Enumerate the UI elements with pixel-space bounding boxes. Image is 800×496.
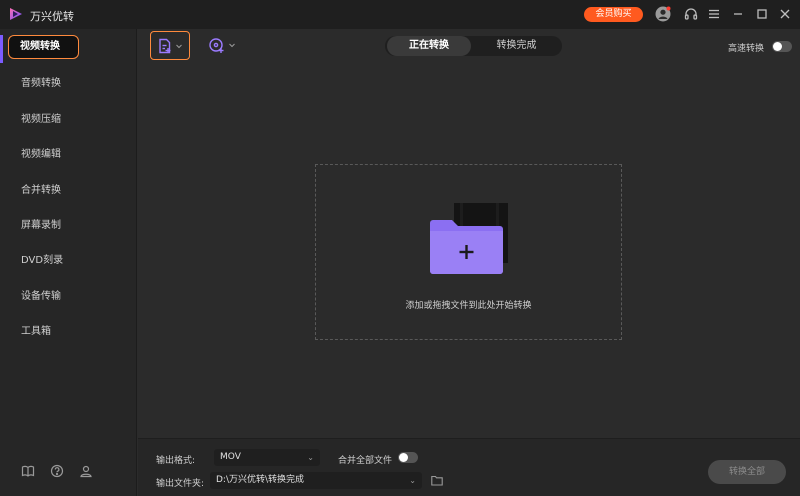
file-dropzone[interactable]: 添加或拖拽文件到此处开始转换 bbox=[315, 164, 622, 340]
disc-icon bbox=[209, 38, 224, 53]
open-folder-icon[interactable] bbox=[431, 475, 443, 486]
high-speed-label: 高速转换 bbox=[728, 44, 765, 54]
book-icon[interactable] bbox=[21, 464, 35, 478]
output-folder-select[interactable]: D:\万兴优转\转换完成 ⌄ bbox=[210, 472, 422, 489]
sidebar-item-video-edit[interactable]: 视频编辑 bbox=[8, 143, 128, 167]
add-folder-icon[interactable] bbox=[430, 203, 510, 275]
load-dvd-button[interactable] bbox=[208, 35, 240, 55]
sidebar-item-audio-convert[interactable]: 音频转换 bbox=[8, 72, 128, 96]
sidebar-item-video-convert[interactable]: 视频转换 bbox=[8, 35, 79, 59]
output-folder-path: D:\万兴优转\转换完成 bbox=[216, 475, 305, 485]
close-icon[interactable] bbox=[777, 6, 793, 22]
output-settings-bar: 输出格式: MOV ⌄ 合并全部文件 输出文件夹: D:\万兴优转\转换完成 ⌄… bbox=[138, 438, 800, 496]
maximize-icon[interactable] bbox=[754, 6, 770, 22]
account-icon[interactable] bbox=[79, 464, 93, 478]
sidebar-item-device-transfer[interactable]: 设备传输 bbox=[8, 285, 128, 309]
output-folder-label: 输出文件夹: bbox=[156, 479, 205, 489]
conversion-status-tabs: 正在转换 转换完成 bbox=[385, 36, 562, 56]
main-panel: 正在转换 转换完成 高速转换 添加或拖拽文件到此处开始转换 输出格式: MOV … bbox=[138, 29, 800, 496]
tab-converted[interactable]: 转换完成 bbox=[473, 36, 560, 56]
merge-all-label: 合并全部文件 bbox=[338, 456, 393, 466]
menu-icon[interactable] bbox=[706, 6, 722, 22]
avatar-icon[interactable] bbox=[655, 6, 671, 22]
help-icon[interactable] bbox=[50, 464, 64, 478]
sidebar-item-dvd-burn[interactable]: DVD刻录 bbox=[8, 249, 128, 273]
sidebar-item-video-compress[interactable]: 视频压缩 bbox=[8, 108, 128, 132]
sidebar-item-screen-record[interactable]: 屏幕录制 bbox=[8, 214, 128, 238]
tab-converting[interactable]: 正在转换 bbox=[387, 36, 471, 56]
output-format-value: MOV bbox=[220, 452, 241, 462]
active-indicator bbox=[0, 35, 3, 63]
dropzone-hint: 添加或拖拽文件到此处开始转换 bbox=[405, 301, 532, 311]
vip-purchase-button[interactable]: 会员购买 bbox=[584, 7, 643, 22]
sidebar-item-merge-convert[interactable]: 合并转换 bbox=[8, 179, 128, 203]
chevron-down-icon: ⌄ bbox=[409, 476, 416, 485]
sidebar: 视频转换 音频转换 视频压缩 视频编辑 合并转换 屏幕录制 DVD刻录 设备传输… bbox=[0, 29, 137, 496]
app-title: 万兴优转 bbox=[30, 10, 74, 23]
app-logo-icon bbox=[10, 8, 22, 20]
add-file-icon bbox=[159, 38, 171, 53]
minimize-icon[interactable] bbox=[730, 6, 746, 22]
headset-icon[interactable] bbox=[683, 6, 699, 22]
chevron-down-icon bbox=[229, 43, 235, 48]
sidebar-item-toolbox[interactable]: 工具箱 bbox=[8, 320, 128, 344]
add-file-button[interactable] bbox=[150, 31, 190, 60]
output-format-label: 输出格式: bbox=[156, 456, 196, 466]
chevron-down-icon bbox=[176, 44, 182, 48]
merge-all-toggle[interactable] bbox=[398, 452, 418, 463]
output-format-select[interactable]: MOV ⌄ bbox=[214, 449, 320, 466]
title-bar: 万兴优转 会员购买 bbox=[0, 0, 800, 29]
convert-all-button[interactable]: 转换全部 bbox=[708, 460, 786, 484]
high-speed-toggle[interactable] bbox=[772, 41, 792, 52]
chevron-down-icon: ⌄ bbox=[307, 453, 314, 462]
